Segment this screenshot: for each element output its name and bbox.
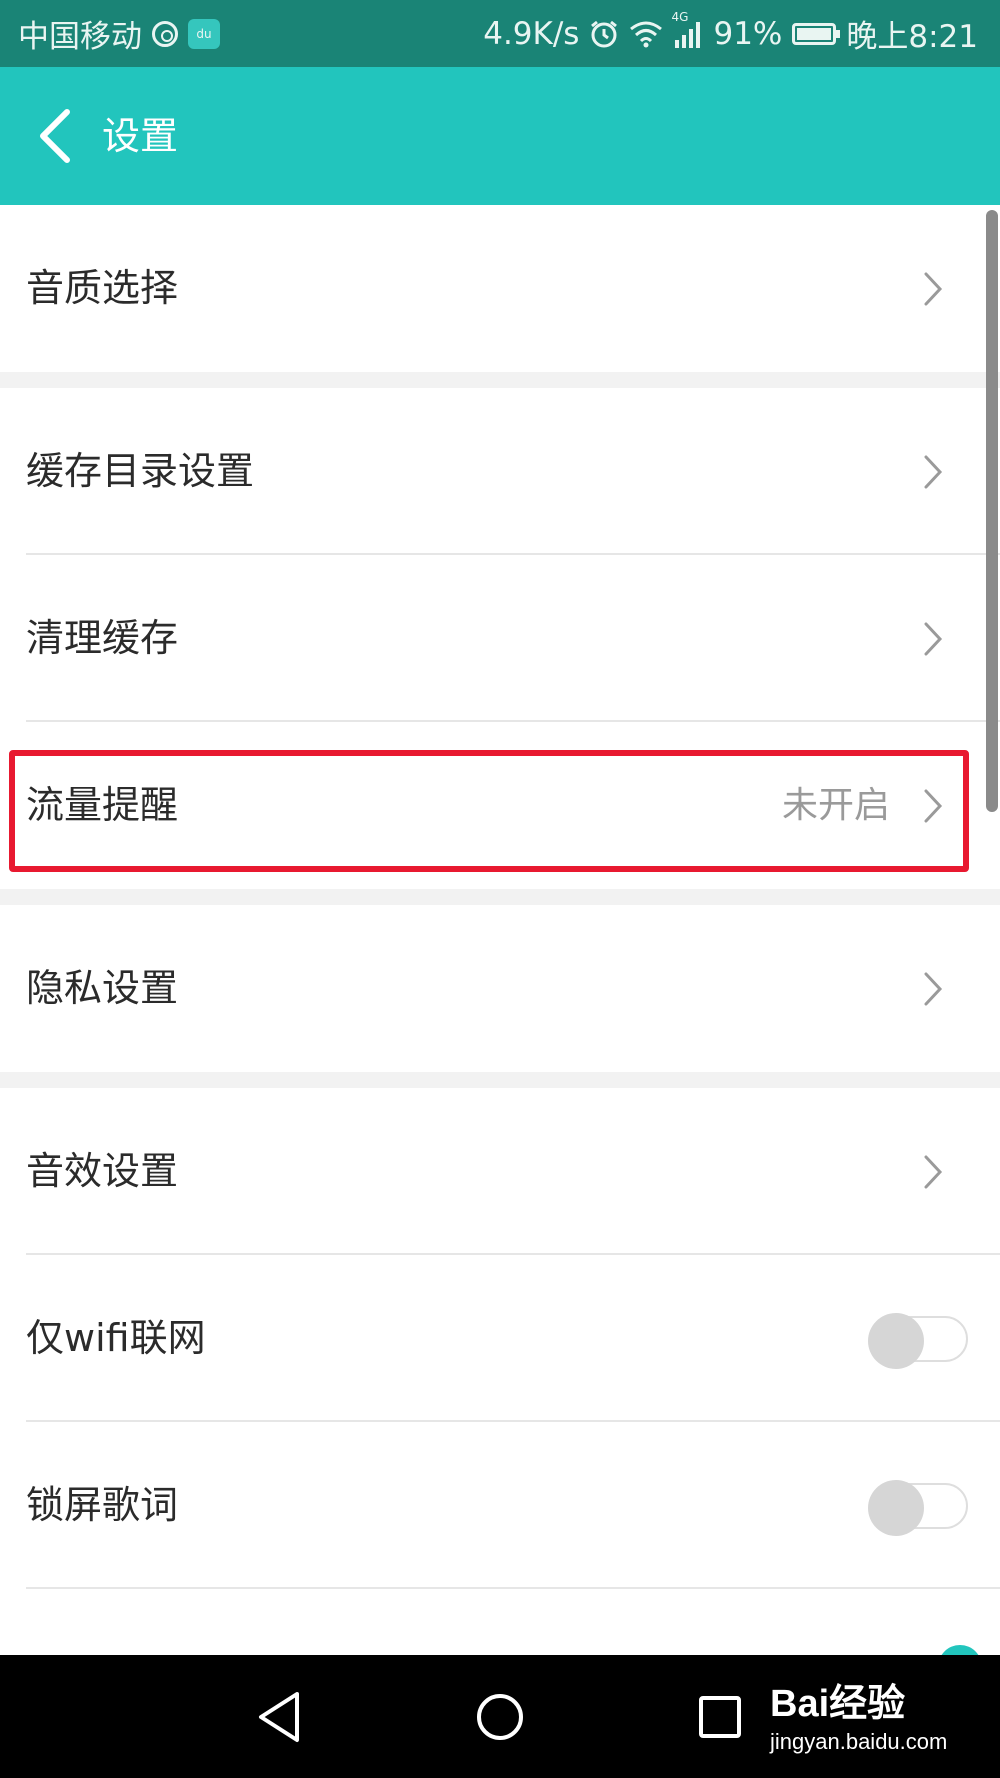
baidu-jingyan-watermark: Bai经验 jingyan.baidu.com xyxy=(770,1672,947,1755)
back-button[interactable] xyxy=(20,101,90,171)
setting-data-alert[interactable]: 流量提醒 未开启 xyxy=(0,722,1000,889)
netease-music-icon xyxy=(152,20,178,47)
home-circle-icon xyxy=(477,1693,523,1740)
battery-percent: 91% xyxy=(713,15,783,52)
setting-label: 仅wifi联网 xyxy=(26,1316,206,1360)
nav-back-button[interactable] xyxy=(245,1655,315,1778)
chevron-right-icon xyxy=(924,972,943,1006)
wifi-only-toggle[interactable] xyxy=(868,1313,972,1369)
settings-group-2: 缓存目录设置 清理缓存 流量提醒 未开启 xyxy=(0,388,1000,889)
nav-home-button[interactable] xyxy=(465,1655,535,1778)
wifi-icon xyxy=(629,20,663,48)
setting-audio-quality[interactable]: 音质选择 xyxy=(0,205,1000,372)
setting-privacy[interactable]: 隐私设置 xyxy=(0,905,1000,1072)
setting-label: 音效设置 xyxy=(26,1149,179,1193)
settings-list: 音质选择 缓存目录设置 清理缓存 流量提醒 未开启 隐私设置 音效设置 仅wif… xyxy=(0,205,1000,1709)
setting-label: 隐私设置 xyxy=(26,966,179,1010)
battery-icon xyxy=(792,22,841,45)
network-speed: 4.9K/s xyxy=(483,15,580,52)
settings-group-1: 音质选择 xyxy=(0,205,1000,372)
setting-label: 流量提醒 xyxy=(26,783,179,827)
status-bar: 中国移动 du 4.9K/s 4G 91% 晚上8:21 xyxy=(0,0,1000,67)
setting-label: 缓存目录设置 xyxy=(26,449,255,493)
watermark-url: jingyan.baidu.com xyxy=(770,1729,948,1754)
chevron-right-icon xyxy=(924,622,943,656)
watermark-logo: Bai经验 xyxy=(770,1683,906,1725)
signal-icon: 4G xyxy=(671,10,703,48)
du-music-icon: du xyxy=(188,18,220,49)
setting-cache-directory[interactable]: 缓存目录设置 xyxy=(0,388,1000,555)
setting-lock-screen-lyrics: 锁屏歌词 xyxy=(0,1422,1000,1589)
carrier-label: 中国移动 xyxy=(18,19,142,55)
chevron-right-icon xyxy=(924,1155,943,1189)
setting-sound-effects[interactable]: 音效设置 xyxy=(0,1088,1000,1255)
data-alert-status: 未开启 xyxy=(781,785,890,826)
alarm-icon xyxy=(589,19,619,49)
chevron-right-icon xyxy=(924,272,943,306)
settings-group-4: 音效设置 仅wifi联网 锁屏歌词 xyxy=(0,1088,1000,1709)
recents-square-icon xyxy=(699,1695,741,1738)
network-type: 4G xyxy=(671,9,689,24)
setting-clear-cache[interactable]: 清理缓存 xyxy=(0,555,1000,722)
page-title: 设置 xyxy=(102,114,179,158)
nav-recents-button[interactable] xyxy=(695,1655,745,1778)
chevron-right-icon xyxy=(924,789,943,823)
title-bar: 设置 xyxy=(0,67,1000,205)
lock-lyrics-toggle[interactable] xyxy=(868,1480,972,1536)
settings-group-3: 隐私设置 xyxy=(0,905,1000,1072)
scrollbar[interactable] xyxy=(986,210,998,812)
setting-label: 清理缓存 xyxy=(26,616,179,660)
clock: 晚上8:21 xyxy=(846,19,978,55)
setting-label: 锁屏歌词 xyxy=(26,1483,179,1527)
setting-label: 音质选择 xyxy=(26,266,179,310)
setting-wifi-only: 仅wifi联网 xyxy=(0,1255,1000,1422)
chevron-right-icon xyxy=(924,455,943,489)
chevron-left-icon xyxy=(40,109,70,163)
back-triangle-icon xyxy=(259,1691,299,1742)
